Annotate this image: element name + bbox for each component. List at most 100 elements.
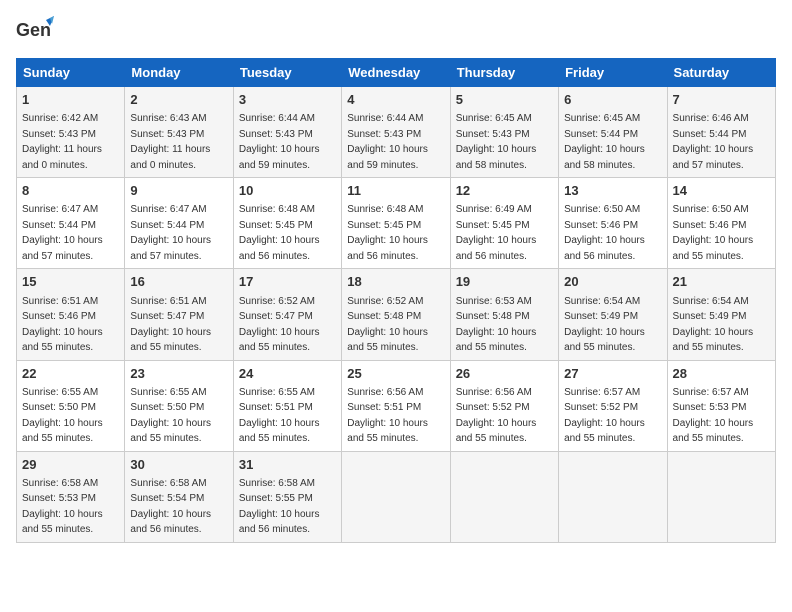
day-number: 20 xyxy=(564,273,661,291)
cell-info: Sunrise: 6:52 AMSunset: 5:47 PMDaylight:… xyxy=(239,296,320,354)
day-number: 12 xyxy=(456,182,553,200)
cell-info: Sunrise: 6:55 AMSunset: 5:50 PMDaylight:… xyxy=(130,387,211,445)
cell-info: Sunrise: 6:58 AMSunset: 5:53 PMDaylight:… xyxy=(22,478,103,536)
cell-info: Sunrise: 6:57 AMSunset: 5:52 PMDaylight:… xyxy=(564,387,645,445)
day-number: 11 xyxy=(347,182,444,200)
cell-info: Sunrise: 6:54 AMSunset: 5:49 PMDaylight:… xyxy=(673,296,754,354)
calendar-cell: 6 Sunrise: 6:45 AMSunset: 5:44 PMDayligh… xyxy=(559,87,667,178)
day-number: 26 xyxy=(456,365,553,383)
cell-info: Sunrise: 6:50 AMSunset: 5:46 PMDaylight:… xyxy=(564,204,645,262)
calendar-cell: 3 Sunrise: 6:44 AMSunset: 5:43 PMDayligh… xyxy=(233,87,341,178)
day-number: 16 xyxy=(130,273,227,291)
calendar-cell: 11 Sunrise: 6:48 AMSunset: 5:45 PMDaylig… xyxy=(342,178,450,269)
day-number: 19 xyxy=(456,273,553,291)
calendar-cell: 29 Sunrise: 6:58 AMSunset: 5:53 PMDaylig… xyxy=(17,451,125,542)
weekday-header-sunday: Sunday xyxy=(17,59,125,87)
day-number: 29 xyxy=(22,456,119,474)
day-number: 4 xyxy=(347,91,444,109)
calendar-cell: 9 Sunrise: 6:47 AMSunset: 5:44 PMDayligh… xyxy=(125,178,233,269)
calendar-cell: 4 Sunrise: 6:44 AMSunset: 5:43 PMDayligh… xyxy=(342,87,450,178)
day-number: 25 xyxy=(347,365,444,383)
weekday-header-row: SundayMondayTuesdayWednesdayThursdayFrid… xyxy=(17,59,776,87)
calendar-cell: 20 Sunrise: 6:54 AMSunset: 5:49 PMDaylig… xyxy=(559,269,667,360)
day-number: 9 xyxy=(130,182,227,200)
logo-icon: Gen xyxy=(16,16,54,48)
cell-info: Sunrise: 6:51 AMSunset: 5:46 PMDaylight:… xyxy=(22,296,103,354)
calendar-cell: 28 Sunrise: 6:57 AMSunset: 5:53 PMDaylig… xyxy=(667,360,775,451)
day-number: 18 xyxy=(347,273,444,291)
cell-info: Sunrise: 6:56 AMSunset: 5:52 PMDaylight:… xyxy=(456,387,537,445)
calendar-cell: 12 Sunrise: 6:49 AMSunset: 5:45 PMDaylig… xyxy=(450,178,558,269)
page-header: Gen xyxy=(16,16,776,48)
cell-info: Sunrise: 6:46 AMSunset: 5:44 PMDaylight:… xyxy=(673,113,754,171)
day-number: 6 xyxy=(564,91,661,109)
cell-info: Sunrise: 6:48 AMSunset: 5:45 PMDaylight:… xyxy=(347,204,428,262)
day-number: 10 xyxy=(239,182,336,200)
weekday-header-friday: Friday xyxy=(559,59,667,87)
calendar-table: SundayMondayTuesdayWednesdayThursdayFrid… xyxy=(16,58,776,543)
calendar-cell: 16 Sunrise: 6:51 AMSunset: 5:47 PMDaylig… xyxy=(125,269,233,360)
calendar-week-1: 1 Sunrise: 6:42 AMSunset: 5:43 PMDayligh… xyxy=(17,87,776,178)
day-number: 21 xyxy=(673,273,770,291)
cell-info: Sunrise: 6:55 AMSunset: 5:50 PMDaylight:… xyxy=(22,387,103,445)
day-number: 24 xyxy=(239,365,336,383)
cell-info: Sunrise: 6:47 AMSunset: 5:44 PMDaylight:… xyxy=(22,204,103,262)
day-number: 28 xyxy=(673,365,770,383)
day-number: 5 xyxy=(456,91,553,109)
cell-info: Sunrise: 6:42 AMSunset: 5:43 PMDaylight:… xyxy=(22,113,102,171)
calendar-cell: 26 Sunrise: 6:56 AMSunset: 5:52 PMDaylig… xyxy=(450,360,558,451)
cell-info: Sunrise: 6:53 AMSunset: 5:48 PMDaylight:… xyxy=(456,296,537,354)
calendar-cell: 24 Sunrise: 6:55 AMSunset: 5:51 PMDaylig… xyxy=(233,360,341,451)
day-number: 22 xyxy=(22,365,119,383)
cell-info: Sunrise: 6:43 AMSunset: 5:43 PMDaylight:… xyxy=(130,113,210,171)
day-number: 2 xyxy=(130,91,227,109)
calendar-cell: 25 Sunrise: 6:56 AMSunset: 5:51 PMDaylig… xyxy=(342,360,450,451)
calendar-cell: 17 Sunrise: 6:52 AMSunset: 5:47 PMDaylig… xyxy=(233,269,341,360)
calendar-week-2: 8 Sunrise: 6:47 AMSunset: 5:44 PMDayligh… xyxy=(17,178,776,269)
calendar-cell: 21 Sunrise: 6:54 AMSunset: 5:49 PMDaylig… xyxy=(667,269,775,360)
weekday-header-tuesday: Tuesday xyxy=(233,59,341,87)
cell-info: Sunrise: 6:58 AMSunset: 5:55 PMDaylight:… xyxy=(239,478,320,536)
day-number: 30 xyxy=(130,456,227,474)
day-number: 23 xyxy=(130,365,227,383)
cell-info: Sunrise: 6:56 AMSunset: 5:51 PMDaylight:… xyxy=(347,387,428,445)
day-number: 27 xyxy=(564,365,661,383)
cell-info: Sunrise: 6:45 AMSunset: 5:44 PMDaylight:… xyxy=(564,113,645,171)
cell-info: Sunrise: 6:55 AMSunset: 5:51 PMDaylight:… xyxy=(239,387,320,445)
day-number: 15 xyxy=(22,273,119,291)
day-number: 3 xyxy=(239,91,336,109)
calendar-cell: 14 Sunrise: 6:50 AMSunset: 5:46 PMDaylig… xyxy=(667,178,775,269)
calendar-cell: 31 Sunrise: 6:58 AMSunset: 5:55 PMDaylig… xyxy=(233,451,341,542)
weekday-header-monday: Monday xyxy=(125,59,233,87)
cell-info: Sunrise: 6:52 AMSunset: 5:48 PMDaylight:… xyxy=(347,296,428,354)
calendar-cell xyxy=(450,451,558,542)
calendar-week-3: 15 Sunrise: 6:51 AMSunset: 5:46 PMDaylig… xyxy=(17,269,776,360)
weekday-header-saturday: Saturday xyxy=(667,59,775,87)
cell-info: Sunrise: 6:50 AMSunset: 5:46 PMDaylight:… xyxy=(673,204,754,262)
cell-info: Sunrise: 6:49 AMSunset: 5:45 PMDaylight:… xyxy=(456,204,537,262)
calendar-cell: 23 Sunrise: 6:55 AMSunset: 5:50 PMDaylig… xyxy=(125,360,233,451)
calendar-cell: 30 Sunrise: 6:58 AMSunset: 5:54 PMDaylig… xyxy=(125,451,233,542)
calendar-cell: 7 Sunrise: 6:46 AMSunset: 5:44 PMDayligh… xyxy=(667,87,775,178)
day-number: 13 xyxy=(564,182,661,200)
calendar-body: 1 Sunrise: 6:42 AMSunset: 5:43 PMDayligh… xyxy=(17,87,776,543)
calendar-cell: 22 Sunrise: 6:55 AMSunset: 5:50 PMDaylig… xyxy=(17,360,125,451)
calendar-cell: 19 Sunrise: 6:53 AMSunset: 5:48 PMDaylig… xyxy=(450,269,558,360)
calendar-week-5: 29 Sunrise: 6:58 AMSunset: 5:53 PMDaylig… xyxy=(17,451,776,542)
calendar-cell xyxy=(559,451,667,542)
cell-info: Sunrise: 6:57 AMSunset: 5:53 PMDaylight:… xyxy=(673,387,754,445)
day-number: 8 xyxy=(22,182,119,200)
calendar-cell: 27 Sunrise: 6:57 AMSunset: 5:52 PMDaylig… xyxy=(559,360,667,451)
cell-info: Sunrise: 6:51 AMSunset: 5:47 PMDaylight:… xyxy=(130,296,211,354)
cell-info: Sunrise: 6:47 AMSunset: 5:44 PMDaylight:… xyxy=(130,204,211,262)
calendar-cell: 13 Sunrise: 6:50 AMSunset: 5:46 PMDaylig… xyxy=(559,178,667,269)
calendar-cell: 15 Sunrise: 6:51 AMSunset: 5:46 PMDaylig… xyxy=(17,269,125,360)
calendar-cell xyxy=(667,451,775,542)
logo: Gen xyxy=(16,16,58,48)
day-number: 7 xyxy=(673,91,770,109)
day-number: 31 xyxy=(239,456,336,474)
weekday-header-wednesday: Wednesday xyxy=(342,59,450,87)
calendar-cell: 1 Sunrise: 6:42 AMSunset: 5:43 PMDayligh… xyxy=(17,87,125,178)
cell-info: Sunrise: 6:44 AMSunset: 5:43 PMDaylight:… xyxy=(347,113,428,171)
day-number: 14 xyxy=(673,182,770,200)
